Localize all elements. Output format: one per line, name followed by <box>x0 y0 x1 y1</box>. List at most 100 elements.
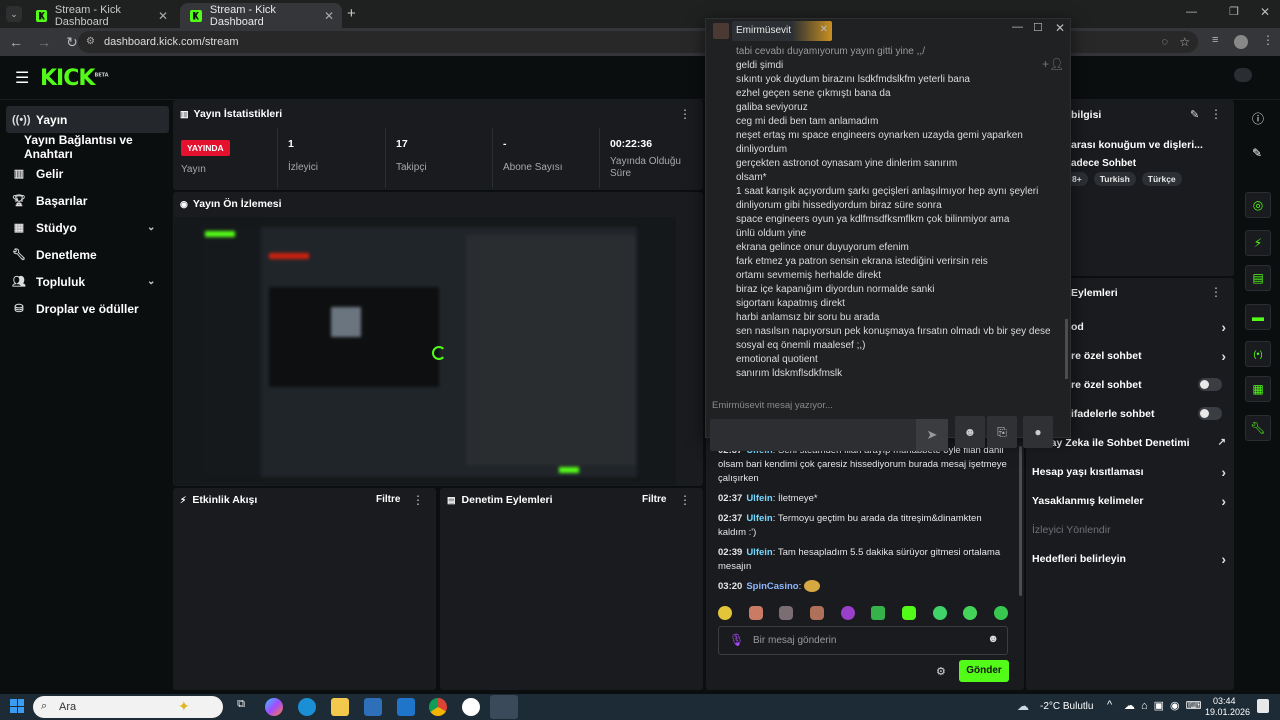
more-options-icon[interactable]: ⋮ <box>1210 107 1222 121</box>
toggle-switch[interactable] <box>1198 378 1222 391</box>
screen-capture-icon[interactable]: ◎ <box>1245 192 1271 218</box>
tab-search-button[interactable]: ⌄ <box>6 6 22 22</box>
file-explorer-icon[interactable] <box>331 698 349 716</box>
emote-icon[interactable] <box>718 606 732 620</box>
notification-icon[interactable] <box>1257 699 1269 713</box>
tag-chip[interactable]: Turkish <box>1093 172 1136 186</box>
chevron-down-icon[interactable]: ⌄ <box>147 276 155 287</box>
stream-preview-video[interactable] <box>174 217 676 485</box>
forward-icon[interactable]: → <box>36 34 52 50</box>
action-row[interactable]: Hedefleri belirleyin › <box>1026 544 1234 573</box>
chat-username[interactable]: SpinCasino <box>746 581 798 592</box>
sidebar-item-stream-key[interactable]: Yayın Bağlantısı ve Anahtarı <box>0 133 170 161</box>
scrollbar[interactable] <box>1019 446 1022 596</box>
emoji-button[interactable]: ☻ <box>955 416 985 448</box>
close-window-icon[interactable]: ✕ <box>1260 5 1270 19</box>
emote-icon[interactable] <box>963 606 978 620</box>
chevron-down-icon[interactable]: ⌄ <box>147 222 155 233</box>
minimize-window-icon[interactable]: — <box>1012 21 1023 33</box>
copilot-icon[interactable] <box>265 698 283 716</box>
pencil-icon[interactable]: ✎ <box>1252 146 1262 160</box>
clock-time[interactable]: 03:44 <box>1213 696 1236 706</box>
more-options-icon[interactable]: ⋮ <box>679 107 691 121</box>
bookmark-star-icon[interactable]: ☆ <box>1179 31 1190 53</box>
start-menu-icon[interactable] <box>10 699 24 713</box>
friend-name-tab[interactable]: Emirmüsevit ✕ <box>732 21 832 41</box>
sidebar-item-topluluk[interactable]: 👥︎ Topluluk ⌄ <box>0 268 170 295</box>
settings-gear-icon[interactable]: ⚙ <box>936 665 946 678</box>
site-info-icon[interactable]: ⚙ <box>86 31 95 53</box>
microphone-icon[interactable]: 🎙︎ <box>729 633 744 647</box>
document-icon[interactable]: ▤ <box>1245 265 1271 291</box>
more-options-icon[interactable]: ⋮ <box>679 493 691 507</box>
mail-icon[interactable] <box>397 698 415 716</box>
voice-icon[interactable]: ● <box>1023 416 1053 448</box>
popup-message-input[interactable] <box>710 419 948 451</box>
attachment-icon[interactable]: ⎘ <box>987 416 1017 448</box>
sidebar-item-studyo[interactable]: ▦ Stüdyo ⌄ <box>0 214 170 241</box>
emote-icon[interactable] <box>993 606 1008 620</box>
tray-icons[interactable]: ☁⌂▣◉⌨ <box>1124 699 1208 712</box>
edge-icon[interactable] <box>298 698 316 716</box>
tray-chevron-icon[interactable]: ^ <box>1107 699 1112 711</box>
sidebar-item-yayin[interactable]: ((•)) Yayın <box>6 106 169 133</box>
restore-window-icon[interactable]: ❐ <box>1229 5 1239 18</box>
weather-text[interactable]: -2°C Bulutlu <box>1040 701 1093 712</box>
sidebar-item-basarilar[interactable]: 🏆︎ Başarılar <box>0 187 170 214</box>
bolt-icon[interactable]: ⚡︎ <box>1245 230 1271 256</box>
hamburger-menu-icon[interactable]: ☰ <box>15 68 29 88</box>
tab-list-icon[interactable]: ≡ <box>1212 34 1218 46</box>
emote-icon[interactable] <box>901 606 916 620</box>
tag-chip[interactable]: Türkçe <box>1141 172 1182 186</box>
minimize-window-icon[interactable]: — <box>1186 6 1197 18</box>
chat-input[interactable]: 🎙︎ Bir mesaj gönderin ☻ <box>718 626 1008 655</box>
stream-category[interactable]: adece Sohbet <box>1071 158 1136 169</box>
sidebar-item-denetleme[interactable]: 🔧︎ Denetleme <box>0 241 170 268</box>
emote-icon[interactable] <box>809 606 824 620</box>
toggle-switch[interactable] <box>1198 407 1222 420</box>
browser-tab-2[interactable]: Stream - Kick Dashboard ✕ <box>180 3 342 28</box>
weather-icon[interactable]: ☁ <box>1017 699 1029 713</box>
emoji-icon[interactable]: ☻ <box>987 633 999 645</box>
layout-icon[interactable]: ▦ <box>1245 376 1271 402</box>
send-button[interactable]: Gönder <box>959 660 1009 682</box>
task-view-icon[interactable]: ⧉ <box>232 698 250 716</box>
github-icon[interactable] <box>462 698 480 716</box>
sidebar-item-gelir[interactable]: ▥ Gelir <box>0 160 170 187</box>
store-icon[interactable] <box>364 698 382 716</box>
close-tab-icon[interactable]: ✕ <box>820 24 828 35</box>
more-options-icon[interactable]: ⋮ <box>1210 285 1222 299</box>
user-avatar[interactable] <box>1234 68 1252 82</box>
chrome-icon[interactable] <box>429 698 447 716</box>
wrench-icon[interactable]: 🔧︎ <box>1245 415 1271 441</box>
emote-icon[interactable] <box>748 606 763 620</box>
browser-tab-1[interactable]: Stream - Kick Dashboard ✕ <box>26 3 176 28</box>
emote-icon[interactable] <box>779 606 794 620</box>
close-tab-icon[interactable]: ✕ <box>324 9 334 23</box>
more-options-icon[interactable]: ⋮ <box>412 493 424 507</box>
browser-menu-icon[interactable]: ⋮ <box>1262 33 1274 47</box>
close-tab-icon[interactable]: ✕ <box>158 9 168 23</box>
chat-username[interactable]: Ulfein <box>746 547 772 558</box>
popup-send-button[interactable]: ➤ <box>916 419 948 451</box>
profile-avatar[interactable] <box>1234 35 1248 49</box>
chat-bubble-icon[interactable]: ▬ <box>1245 304 1271 330</box>
chat-username[interactable]: Ulfein <box>746 513 772 524</box>
new-tab-button[interactable]: + <box>347 5 356 22</box>
emote-icon[interactable] <box>871 606 886 620</box>
eye-off-icon[interactable]: ◌ <box>1161 31 1168 53</box>
action-row[interactable]: Yasaklanmış kelimeler › <box>1026 486 1234 515</box>
edit-icon[interactable]: ✎ <box>1190 108 1199 121</box>
taskbar-search[interactable]: ⌕ Ara ✦ <box>33 696 223 718</box>
info-icon[interactable]: ⓘ <box>1252 110 1264 127</box>
emote-icon[interactable] <box>840 606 855 620</box>
action-row[interactable]: Hesap yaşı kısıtlaması › <box>1026 457 1234 486</box>
sidebar-item-droplar[interactable]: ⛁ Droplar ve ödüller <box>0 295 170 322</box>
filter-button[interactable]: Filtre <box>376 494 400 505</box>
close-window-icon[interactable]: ✕ <box>1055 21 1065 35</box>
steam-icon[interactable] <box>490 695 518 719</box>
emote-icon[interactable] <box>932 606 947 620</box>
chat-username[interactable]: Ulfein <box>746 493 772 504</box>
back-icon[interactable]: ← <box>8 34 24 50</box>
filter-button[interactable]: Filtre <box>642 494 666 505</box>
